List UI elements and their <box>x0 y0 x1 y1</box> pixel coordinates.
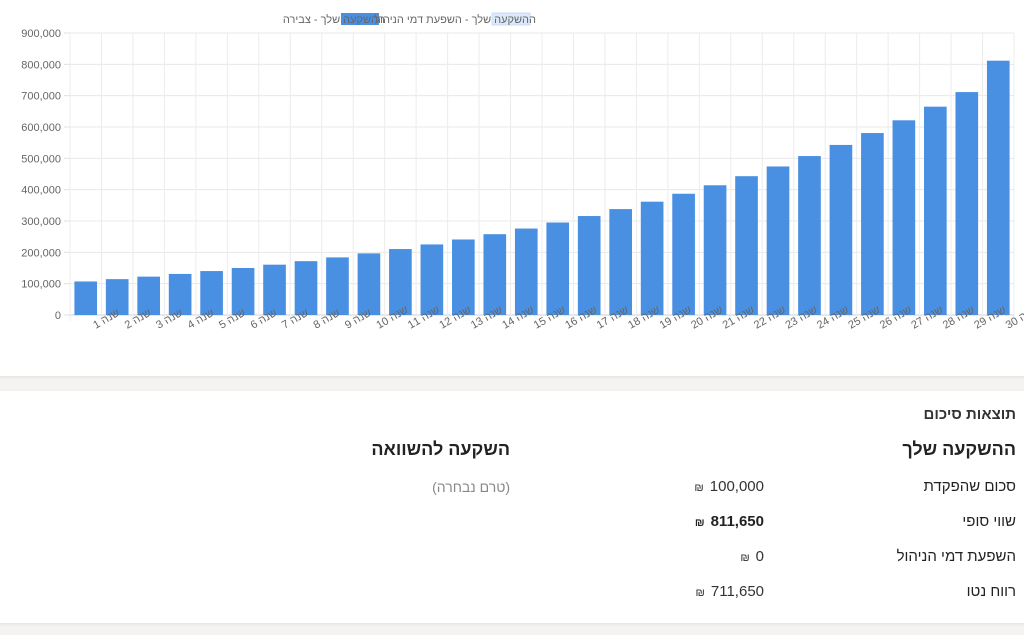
bar-10 <box>357 253 381 315</box>
bar-20 <box>672 193 695 315</box>
y-tick-label: 0 <box>55 310 61 322</box>
deposit-value: ₪ 100,000 <box>694 478 764 495</box>
bar-chart: 0 100,000 200,000 300,000 400,000 500,000 600,… <box>21 12 1024 332</box>
fees-impact-value: ₪ 0 <box>740 548 764 565</box>
bar-16 <box>546 222 570 315</box>
fees-impact-label: השפעת דמי הניהול <box>896 548 1016 565</box>
bar-19 <box>640 201 664 315</box>
bar-25 <box>829 144 853 315</box>
bar-7 <box>263 264 286 315</box>
y-tick-label: 600,000 <box>21 122 61 134</box>
y-tick-label: 700,000 <box>21 91 61 103</box>
shekel-icon: ₪ <box>694 482 704 494</box>
your-investment-header: ההשקעה שלך <box>902 439 1016 459</box>
bar-17 <box>577 216 601 315</box>
comparison-header: השקעה להשוואה <box>371 439 510 459</box>
net-profit-value: ₪ 711,650 <box>695 583 764 600</box>
bar-26 <box>861 133 884 315</box>
bar-8 <box>294 261 318 315</box>
shekel-icon: ₪ <box>740 552 750 564</box>
deposit-label: סכום שהפקדת <box>923 478 1016 495</box>
legend-label-fees: ההשקעה שלך - השפעת דמי הניהול <box>374 13 536 26</box>
bar-27 <box>892 120 916 315</box>
y-tick-label: 200,000 <box>21 247 61 259</box>
bar-6 <box>231 267 255 315</box>
shekel-icon: ₪ <box>694 517 705 529</box>
bar-28 <box>924 106 947 315</box>
net-profit-label: רווח נטו <box>966 583 1016 600</box>
y-tick-label: 500,000 <box>21 153 61 165</box>
bar-4 <box>168 273 192 315</box>
y-tick-label: 300,000 <box>21 216 61 228</box>
bar-13 <box>452 239 475 315</box>
summary-card: תוצאות סיכום ההשקעה שלך השקעה להשוואה סכ… <box>0 391 1024 623</box>
bar-14 <box>483 234 507 315</box>
bar-21 <box>703 185 727 315</box>
bar-24 <box>798 156 821 315</box>
bar-29 <box>955 92 979 315</box>
bar-12 <box>420 244 444 315</box>
bar-9 <box>326 257 349 315</box>
bar-5 <box>200 271 223 315</box>
shekel-icon: ₪ <box>695 587 705 599</box>
bar-18 <box>609 209 632 315</box>
y-tick-label: 400,000 <box>21 185 61 197</box>
bar-23 <box>766 166 790 315</box>
final-value-value: ₪ 811,650 <box>694 513 764 530</box>
summary-title: תוצאות סיכום <box>923 406 1016 423</box>
legend-label-accumulation: ההשקעה שלך - צבירה <box>283 13 385 26</box>
bar-22 <box>735 176 758 315</box>
bar-15 <box>514 228 538 315</box>
comparison-pending-text: (טרם נבחרה) <box>432 479 510 495</box>
final-value-label: שווי סופי <box>962 513 1016 530</box>
y-tick-label: 100,000 <box>21 279 61 291</box>
y-tick-label: 900,000 <box>21 28 61 40</box>
bar-30 <box>986 60 1010 315</box>
bar-1 <box>74 281 98 315</box>
y-tick-label: 800,000 <box>21 59 61 71</box>
chart-card: 0 100,000 200,000 300,000 400,000 500,000 600,… <box>0 0 1024 376</box>
